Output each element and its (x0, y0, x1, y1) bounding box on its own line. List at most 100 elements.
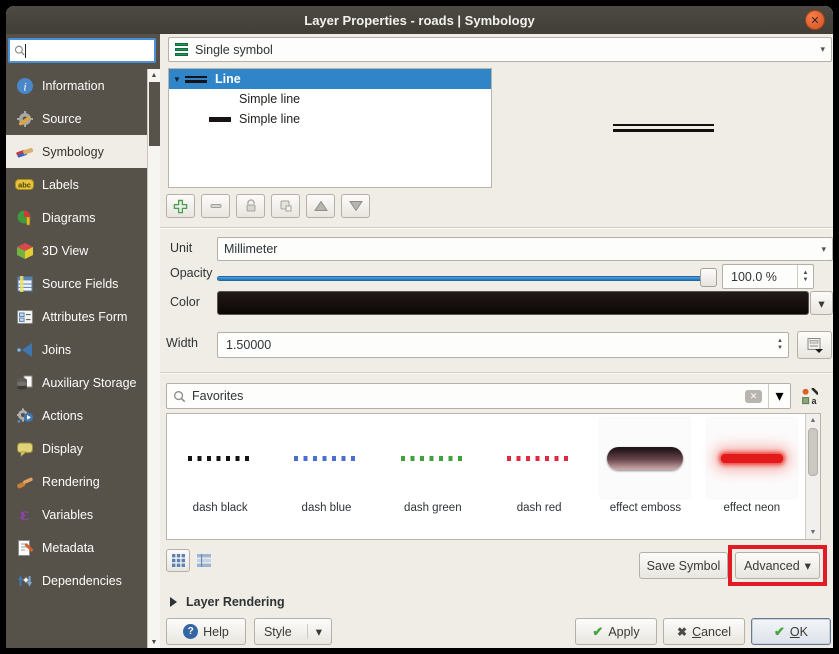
sidebar-item-rendering[interactable]: Rendering (6, 465, 147, 498)
symbol-dash-black[interactable]: dash black (167, 414, 273, 539)
sidebar-item-information[interactable]: i Information (6, 69, 147, 102)
symbol-filter-dropdown[interactable] (768, 384, 790, 408)
sidebar-item-display[interactable]: Display (6, 432, 147, 465)
text-caret (25, 44, 26, 58)
symbol-label: dash green (404, 502, 462, 514)
sidebar-search-input[interactable] (30, 44, 150, 58)
separator (160, 227, 833, 229)
dash-swatch (188, 456, 252, 461)
symbol-dash-blue[interactable]: dash blue (273, 414, 379, 539)
move-up-button[interactable] (306, 194, 335, 218)
close-icon[interactable]: ✕ (805, 10, 825, 30)
scroll-up-icon[interactable]: ▲ (806, 414, 820, 427)
remove-symbol-layer-button[interactable] (201, 194, 230, 218)
chevron-down-icon (307, 624, 322, 639)
tree-row-line[interactable]: Line (169, 69, 491, 89)
sidebar-item-source[interactable]: Source (6, 102, 147, 135)
layer-rendering-group[interactable]: Layer Rendering (170, 595, 285, 609)
symbol-search-bar[interactable] (166, 383, 791, 409)
attributes-form-icon (15, 307, 34, 326)
sidebar-item-attributes-form[interactable]: Attributes Form (6, 300, 147, 333)
style-manager-icon: a (801, 388, 818, 405)
icon-view-button[interactable] (166, 549, 190, 572)
chevron-down-icon (805, 558, 811, 573)
scroll-up-icon[interactable]: ▲ (148, 69, 160, 81)
add-symbol-layer-button[interactable] (166, 194, 195, 218)
data-defined-override-button[interactable] (797, 331, 832, 359)
data-defined-override-icon (806, 337, 824, 354)
tree-row-label: Simple line (239, 112, 300, 126)
symbol-effect-neon[interactable]: effect neon (699, 414, 805, 539)
help-button[interactable]: Help (166, 618, 246, 645)
color-swatch-button[interactable] (217, 291, 809, 315)
symbol-list-scrollbar[interactable]: ▲ ▼ (805, 414, 820, 539)
style-manager-button[interactable]: a (797, 385, 821, 408)
symbol-tree-toolbar (166, 194, 370, 218)
sidebar-item-metadata[interactable]: Metadata (6, 531, 147, 564)
advanced-button[interactable]: Advanced (735, 552, 820, 579)
list-view-button[interactable] (192, 549, 216, 572)
sidebar-scrollbar[interactable]: ▲ ▼ (147, 69, 160, 648)
svg-text:a: a (811, 396, 817, 405)
titlebar[interactable]: Layer Properties - roads | Symbology ✕ (6, 6, 833, 34)
spinner-arrows-icon[interactable] (797, 265, 813, 288)
sidebar: i Information Source Symbology abc Label… (6, 34, 160, 648)
expander-icon[interactable] (169, 75, 185, 84)
scroll-down-icon[interactable]: ▼ (806, 526, 820, 539)
sidebar-item-joins[interactable]: Joins (6, 333, 147, 366)
cancel-label: Cancel (692, 625, 731, 639)
duplicate-button[interactable] (271, 194, 300, 218)
opacity-spinbox[interactable]: 100.0 % (722, 264, 814, 289)
sidebar-item-source-fields[interactable]: Source Fields (6, 267, 147, 300)
layer-rendering-label: Layer Rendering (186, 595, 285, 609)
width-spinbox[interactable]: 1.50000 (217, 332, 789, 358)
clear-search-icon[interactable] (745, 390, 762, 403)
symbology-icon (15, 142, 34, 161)
sidebar-item-labels[interactable]: abc Labels (6, 168, 147, 201)
style-button[interactable]: Style (254, 618, 332, 645)
sidebar-items: i Information Source Symbology abc Label… (6, 69, 147, 648)
sidebar-item-symbology[interactable]: Symbology (6, 135, 147, 168)
sidebar-item-auxiliary-storage[interactable]: Auxiliary Storage (6, 366, 147, 399)
sidebar-item-actions[interactable]: Actions (6, 399, 147, 432)
dash-swatch (401, 456, 465, 461)
save-symbol-button[interactable]: Save Symbol (639, 552, 728, 579)
spinner-arrows-icon[interactable] (772, 333, 788, 357)
sidebar-item-3d-view[interactable]: 3D View (6, 234, 147, 267)
symbol-dash-red[interactable]: dash red (486, 414, 592, 539)
scroll-down-icon[interactable]: ▼ (148, 636, 160, 648)
sidebar-item-dependencies[interactable]: Dependencies (6, 564, 147, 597)
sidebar-item-diagrams[interactable]: Diagrams (6, 201, 147, 234)
sidebar-item-label: Actions (42, 409, 83, 423)
3d-view-icon (15, 241, 34, 260)
layer-properties-dialog: Layer Properties - roads | Symbology ✕ i… (6, 6, 833, 648)
color-dropdown-button[interactable] (810, 291, 833, 315)
opacity-slider[interactable] (217, 276, 713, 281)
opacity-slider-handle[interactable] (700, 268, 717, 287)
tree-row-simple-line-1[interactable]: Simple line (169, 89, 491, 109)
apply-button[interactable]: Apply (575, 618, 657, 645)
scrollbar-thumb[interactable] (149, 82, 160, 146)
sidebar-item-variables[interactable]: ε Variables (6, 498, 147, 531)
cancel-button[interactable]: Cancel (663, 618, 745, 645)
symbol-effect-emboss[interactable]: effect emboss (592, 414, 698, 539)
symbol-dash-green[interactable]: dash green (380, 414, 486, 539)
unit-combo[interactable]: Millimeter (217, 237, 833, 261)
metadata-icon (15, 538, 34, 557)
sidebar-search[interactable] (8, 38, 156, 63)
sidebar-item-label: Dependencies (42, 574, 122, 588)
width-value: 1.50000 (218, 338, 772, 352)
symbol-cells: dash black dash blue dash green dash red… (167, 414, 805, 539)
symbol-tree: Line Simple line Simple line (168, 68, 492, 188)
plus-icon (173, 199, 188, 214)
renderer-combo[interactable]: Single symbol (168, 37, 832, 62)
ok-button[interactable]: OK (751, 618, 831, 645)
tree-row-simple-line-2[interactable]: Simple line (169, 109, 491, 129)
single-symbol-icon (175, 43, 188, 56)
sidebar-item-label: Diagrams (42, 211, 96, 225)
move-down-button[interactable] (341, 194, 370, 218)
symbol-search-input[interactable] (192, 389, 745, 403)
scrollbar-thumb[interactable] (808, 428, 818, 476)
chevron-down-icon (820, 44, 825, 55)
lock-button[interactable] (236, 194, 265, 218)
